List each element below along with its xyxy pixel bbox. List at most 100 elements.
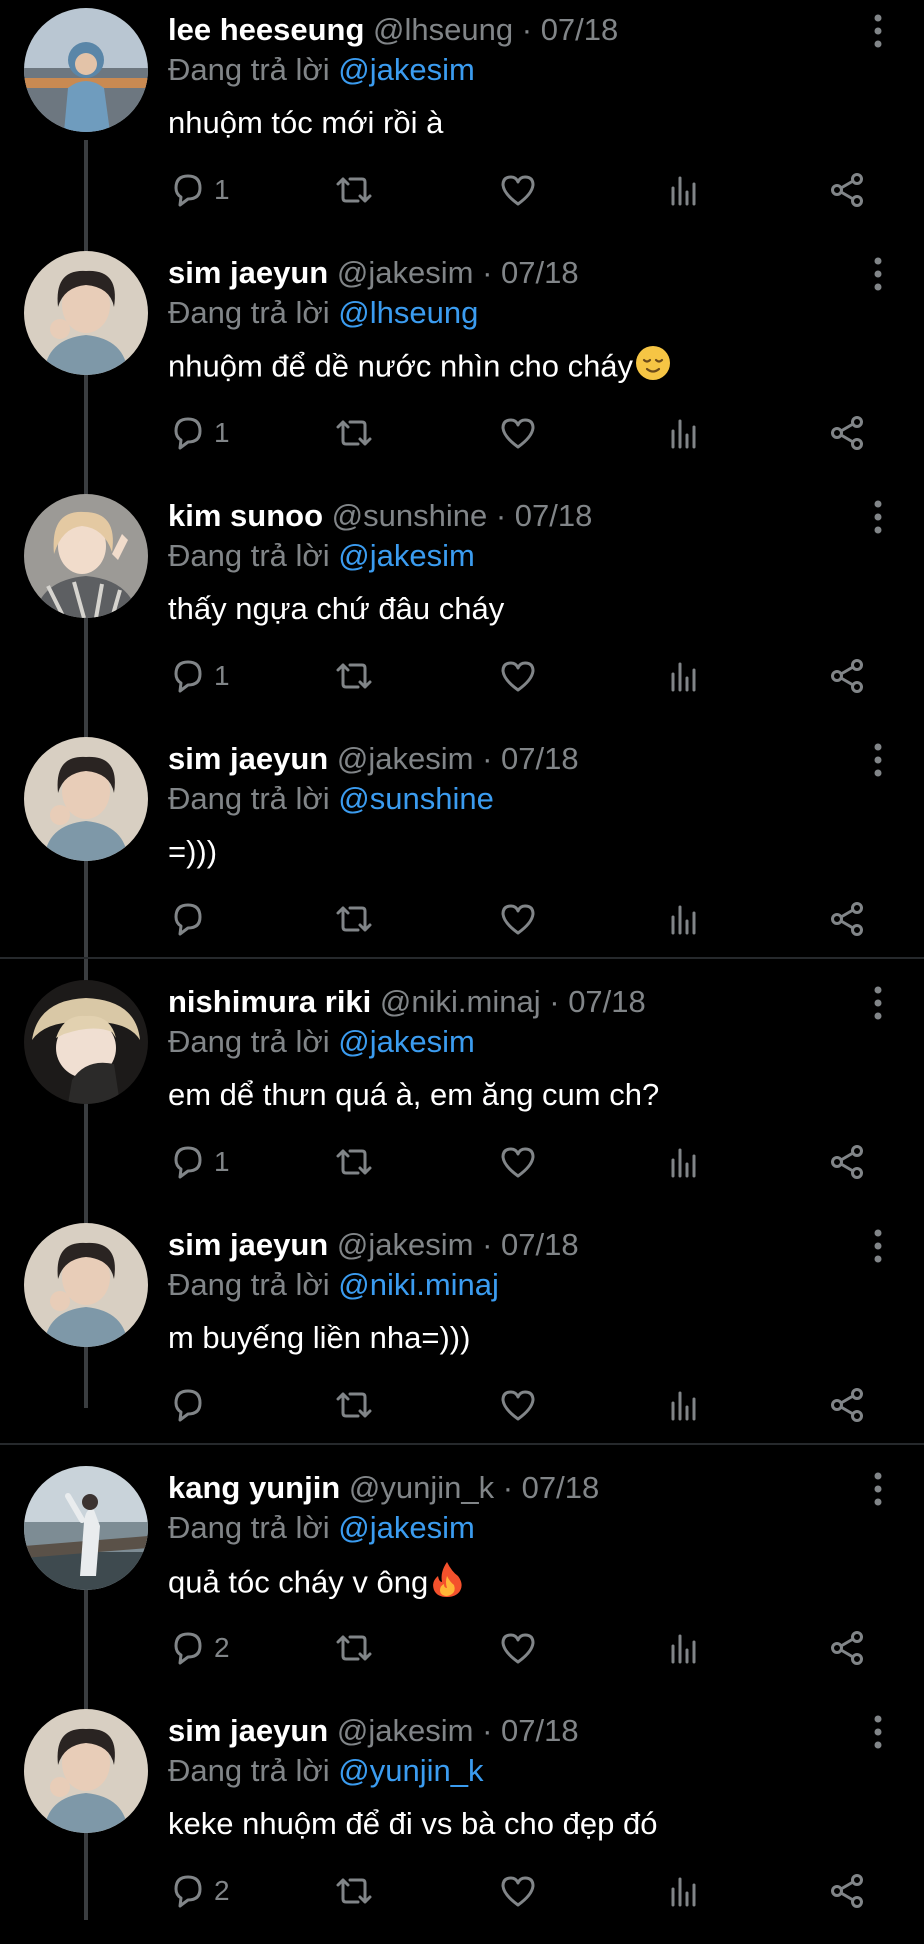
mention-link[interactable]: @jakesim (338, 52, 475, 87)
display-name[interactable]: nishimura riki (168, 984, 371, 1019)
mention-link[interactable]: @jakesim (338, 1510, 475, 1545)
retweet-button[interactable] (332, 654, 376, 698)
avatar[interactable] (24, 8, 148, 132)
display-name[interactable]: sim jaeyun (168, 255, 328, 290)
display-name[interactable]: kim sunoo (168, 498, 323, 533)
like-button[interactable] (498, 1140, 538, 1184)
views-button[interactable] (664, 654, 704, 698)
timestamp[interactable]: 07/18 (501, 741, 579, 776)
tweet[interactable]: sim jaeyun @jakesim · 07/18 Đang trả lời… (0, 243, 924, 486)
share-button[interactable] (827, 654, 867, 698)
more-options-icon[interactable] (872, 743, 884, 777)
avatar[interactable] (24, 737, 148, 861)
more-options-icon[interactable] (872, 1715, 884, 1749)
username[interactable]: @sunshine (332, 498, 488, 533)
retweet-button[interactable] (332, 1140, 376, 1184)
like-button[interactable] (498, 1383, 538, 1427)
mention-link[interactable]: @sunshine (338, 781, 494, 816)
more-options-icon[interactable] (872, 500, 884, 534)
reply-button[interactable]: 1 (168, 411, 230, 455)
share-button[interactable] (827, 897, 867, 941)
more-options-icon[interactable] (872, 14, 884, 48)
avatar[interactable] (24, 980, 148, 1104)
reply-icon (174, 1146, 202, 1179)
username[interactable]: @niki.minaj (380, 984, 541, 1019)
heart-icon (501, 418, 535, 449)
username[interactable]: @yunjin_k (349, 1470, 494, 1505)
timestamp[interactable]: 07/18 (568, 984, 646, 1019)
avatar[interactable] (24, 251, 148, 375)
retweet-button[interactable] (332, 1626, 376, 1670)
share-button[interactable] (827, 411, 867, 455)
reply-button[interactable] (168, 1383, 214, 1427)
views-button[interactable] (664, 1383, 704, 1427)
timestamp[interactable]: 07/18 (522, 1470, 600, 1505)
views-button[interactable] (664, 168, 704, 212)
reply-button[interactable]: 1 (168, 1140, 230, 1184)
more-options-icon[interactable] (872, 1229, 884, 1263)
views-button[interactable] (664, 1140, 704, 1184)
more-options-icon[interactable] (872, 257, 884, 291)
views-button[interactable] (664, 1869, 704, 1913)
tweet[interactable]: nishimura riki @niki.minaj · 07/18 Đang … (0, 972, 924, 1215)
mention-link[interactable]: @jakesim (338, 538, 475, 573)
avatar[interactable] (24, 1223, 148, 1347)
display-name[interactable]: lee heeseung (168, 12, 364, 47)
like-button[interactable] (498, 897, 538, 941)
more-options-icon[interactable] (872, 986, 884, 1020)
views-button[interactable] (664, 411, 704, 455)
mention-link[interactable]: @lhseung (338, 295, 478, 330)
share-button[interactable] (827, 1383, 867, 1427)
share-button[interactable] (827, 1140, 867, 1184)
reply-button[interactable]: 1 (168, 654, 230, 698)
retweet-icon (336, 1392, 372, 1418)
tweet[interactable]: sim jaeyun @jakesim · 07/18 Đang trả lời… (0, 729, 924, 972)
tweet[interactable]: sim jaeyun @jakesim · 07/18 Đang trả lời… (0, 1701, 924, 1944)
display-name[interactable]: sim jaeyun (168, 1227, 328, 1262)
reply-button[interactable]: 1 (168, 168, 230, 212)
reply-button[interactable]: 2 (168, 1626, 230, 1670)
retweet-button[interactable] (332, 1869, 376, 1913)
like-button[interactable] (498, 654, 538, 698)
views-button[interactable] (664, 1626, 704, 1670)
share-button[interactable] (827, 1869, 867, 1913)
more-options-icon[interactable] (872, 1472, 884, 1506)
dot-separator: · (495, 498, 507, 533)
like-button[interactable] (498, 168, 538, 212)
mention-link[interactable]: @jakesim (338, 1024, 475, 1059)
share-button[interactable] (827, 168, 867, 212)
views-button[interactable] (664, 897, 704, 941)
mention-link[interactable]: @niki.minaj (338, 1267, 499, 1302)
like-button[interactable] (498, 1626, 538, 1670)
display-name[interactable]: sim jaeyun (168, 1713, 328, 1748)
username[interactable]: @jakesim (337, 1713, 474, 1748)
reply-button[interactable]: 2 (168, 1869, 230, 1913)
timestamp[interactable]: 07/18 (501, 1227, 579, 1262)
tweet[interactable]: sim jaeyun @jakesim · 07/18 Đang trả lời… (0, 1215, 924, 1458)
username[interactable]: @jakesim (337, 255, 474, 290)
timestamp[interactable]: 07/18 (501, 255, 579, 290)
retweet-button[interactable] (332, 168, 376, 212)
timestamp[interactable]: 07/18 (501, 1713, 579, 1748)
timestamp[interactable]: 07/18 (541, 12, 619, 47)
avatar[interactable] (24, 1709, 148, 1833)
like-button[interactable] (498, 1869, 538, 1913)
username[interactable]: @jakesim (337, 741, 474, 776)
share-button[interactable] (827, 1626, 867, 1670)
avatar[interactable] (24, 1466, 148, 1590)
reply-button[interactable] (168, 897, 214, 941)
display-name[interactable]: kang yunjin (168, 1470, 340, 1505)
retweet-button[interactable] (332, 411, 376, 455)
tweet[interactable]: kim sunoo @sunshine · 07/18 Đang trả lời… (0, 486, 924, 729)
tweet[interactable]: lee heeseung @lhseung · 07/18 Đang trả l… (0, 0, 924, 243)
display-name[interactable]: sim jaeyun (168, 741, 328, 776)
tweet[interactable]: kang yunjin @yunjin_k · 07/18 Đang trả l… (0, 1458, 924, 1701)
retweet-button[interactable] (332, 897, 376, 941)
timestamp[interactable]: 07/18 (515, 498, 593, 533)
username[interactable]: @lhseung (373, 12, 513, 47)
username[interactable]: @jakesim (337, 1227, 474, 1262)
avatar[interactable] (24, 494, 148, 618)
retweet-button[interactable] (332, 1383, 376, 1427)
mention-link[interactable]: @yunjin_k (338, 1753, 483, 1788)
like-button[interactable] (498, 411, 538, 455)
